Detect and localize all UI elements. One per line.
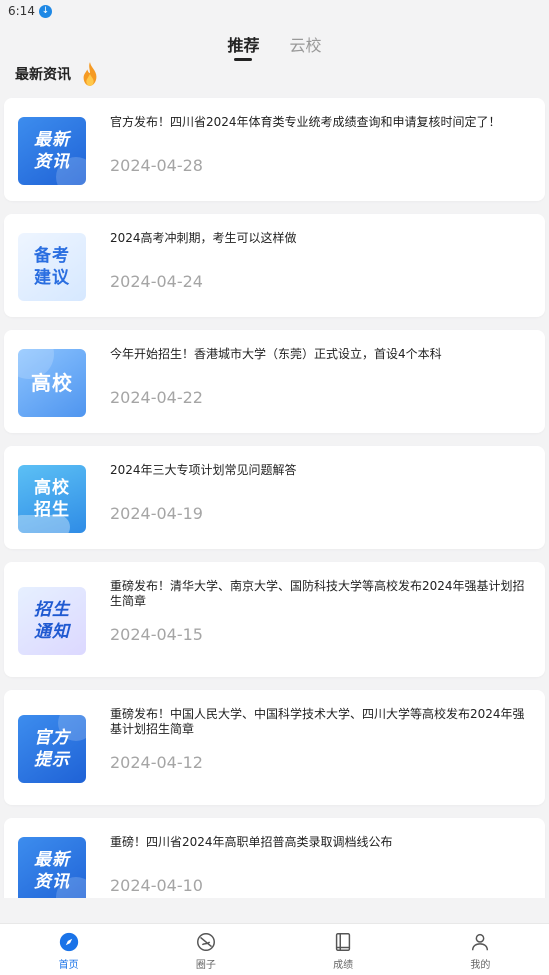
news-card[interactable]: 最新资讯 重磅！四川省2024年高职单招普高类录取调档线公布 2024-04-1… xyxy=(4,818,545,898)
nav-circle-label: 圈子 xyxy=(195,960,216,971)
nav-home[interactable]: 首页 xyxy=(0,924,137,975)
thumbnail-text: 高校招生 xyxy=(34,478,70,520)
news-title: 官方发布！四川省2024年体育类专业统考成绩查询和申请复核时间定了！ xyxy=(110,115,501,129)
thumbnail-text: 官方提示 xyxy=(34,728,70,770)
bottom-nav: 首页 圈子 成绩 我的 xyxy=(0,923,549,975)
section-title: 最新资讯 xyxy=(15,67,71,83)
news-card[interactable]: 官方提示 重磅发布！中国人民大学、中国科学技术大学、四川大学等高校发布2024年… xyxy=(4,690,545,805)
news-date: 2024-04-24 xyxy=(110,272,203,291)
status-bar: 6:14 ↓ xyxy=(0,0,549,22)
news-thumbnail: 最新资讯 xyxy=(18,837,86,898)
thumbnail-text: 最新资讯 xyxy=(34,850,70,892)
news-list: 最新资讯 官方发布！四川省2024年体育类专业统考成绩查询和申请复核时间定了！ … xyxy=(0,88,549,898)
news-title: 今年开始招生！香港城市大学（东莞）正式设立，首设4个本科 xyxy=(110,347,442,361)
news-thumbnail: 招生通知 xyxy=(18,587,86,655)
nav-mine[interactable]: 我的 xyxy=(412,924,549,975)
nav-home-label: 首页 xyxy=(58,960,79,971)
tab-recommend[interactable]: 推荐 xyxy=(227,32,259,56)
thumbnail-text: 最新资讯 xyxy=(34,130,70,172)
news-title: 重磅！四川省2024年高职单招普高类录取调档线公布 xyxy=(110,835,393,849)
news-title: 2024高考冲刺期，考生可以这样做 xyxy=(110,231,297,245)
news-date: 2024-04-12 xyxy=(110,753,203,772)
news-card[interactable]: 招生通知 重磅发布！清华大学、南京大学、国防科技大学等高校发布2024年强基计划… xyxy=(4,562,545,677)
thumbnail-text: 备考建议 xyxy=(34,246,70,288)
section-header: 最新资讯 xyxy=(0,60,549,88)
news-card[interactable]: 备考建议 2024高考冲刺期，考生可以这样做 2024-04-24 xyxy=(4,214,545,317)
status-time: 6:14 xyxy=(8,4,35,18)
tab-cloud-school[interactable]: 云校 xyxy=(290,32,322,56)
news-card[interactable]: 高校招生 2024年三大专项计划常见问题解答 2024-04-19 xyxy=(4,446,545,549)
news-date: 2024-04-19 xyxy=(110,504,203,523)
news-card[interactable]: 高校 今年开始招生！香港城市大学（东莞）正式设立，首设4个本科 2024-04-… xyxy=(4,330,545,433)
news-thumbnail: 高校招生 xyxy=(18,465,86,533)
nav-mine-label: 我的 xyxy=(470,960,491,971)
news-title: 重磅发布！清华大学、南京大学、国防科技大学等高校发布2024年强基计划招生简章 xyxy=(110,579,525,608)
news-date: 2024-04-22 xyxy=(110,388,203,407)
news-thumbnail: 备考建议 xyxy=(18,233,86,301)
news-thumbnail: 官方提示 xyxy=(18,715,86,783)
news-title: 2024年三大专项计划常见问题解答 xyxy=(110,463,297,477)
compass-icon xyxy=(59,932,78,952)
download-icon: ↓ xyxy=(38,4,52,18)
nav-scores[interactable]: 成绩 xyxy=(275,924,412,975)
news-date: 2024-04-28 xyxy=(110,156,203,175)
news-title: 重磅发布！中国人民大学、中国科学技术大学、四川大学等高校发布2024年强基计划招… xyxy=(110,707,525,736)
top-tabs: 推荐 云校 xyxy=(0,22,549,60)
news-thumbnail: 高校 xyxy=(18,349,86,417)
nav-scores-label: 成绩 xyxy=(333,960,354,971)
thumbnail-text: 招生通知 xyxy=(34,600,70,642)
flame-icon xyxy=(83,62,97,86)
thumbnail-text: 高校 xyxy=(31,371,73,395)
news-thumbnail: 最新资讯 xyxy=(18,117,86,185)
book-icon xyxy=(335,933,351,951)
nav-circle[interactable]: 圈子 xyxy=(137,924,274,975)
news-date: 2024-04-10 xyxy=(110,876,203,895)
news-card[interactable]: 最新资讯 官方发布！四川省2024年体育类专业统考成绩查询和申请复核时间定了！ … xyxy=(4,98,545,201)
person-icon xyxy=(472,933,489,951)
news-date: 2024-04-15 xyxy=(110,625,203,644)
circle-icon xyxy=(196,933,215,951)
